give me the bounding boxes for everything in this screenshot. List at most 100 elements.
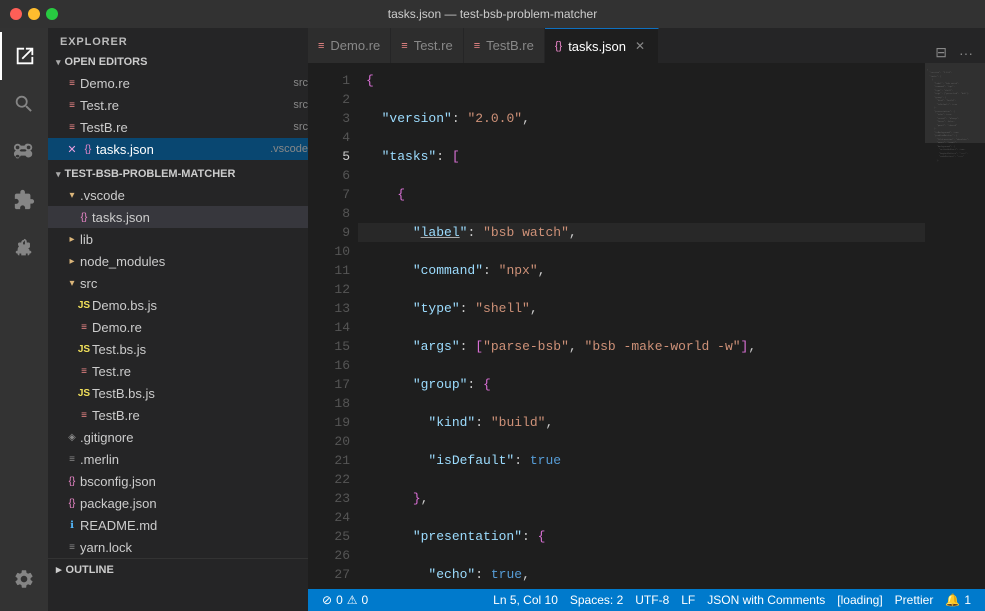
folder-open-icon: ▾ — [64, 187, 80, 203]
tasks-json-file[interactable]: {} tasks.json — [48, 206, 308, 228]
test-bs-js-file[interactable]: JS Test.bs.js — [48, 338, 308, 360]
gitignore-file[interactable]: ◈ .gitignore — [48, 426, 308, 448]
editor-area: ≡ Demo.re ≡ Test.re ≡ TestB.re {} tasks.… — [308, 28, 985, 611]
error-icon: ⊘ — [322, 593, 332, 607]
re-icon: ≡ — [76, 319, 92, 335]
errors-status[interactable]: ⊘ 0 ⚠ 0 — [316, 589, 374, 611]
tab-test-re[interactable]: ≡ Test.re — [391, 28, 463, 63]
project-arrow: ▾ — [56, 169, 61, 180]
tab-demo-re[interactable]: ≡ Demo.re — [308, 28, 391, 63]
open-editor-demo-re[interactable]: ≡ Demo.re src — [48, 72, 308, 94]
warning-icon: ⚠ — [347, 593, 358, 607]
code-editor[interactable]: { "version": "2.0.0", "tasks": [ { "labe… — [358, 63, 925, 589]
open-editors-label: OPEN EDITORS — [65, 56, 148, 68]
tab-close-button[interactable]: ✕ — [632, 38, 648, 54]
file-label: bsconfig.json — [80, 474, 308, 489]
open-editor-test-re[interactable]: ≡ Test.re src — [48, 94, 308, 116]
node-modules-folder[interactable]: ▸ node_modules — [48, 250, 308, 272]
js-icon: JS — [76, 341, 92, 357]
project-label: TEST-BSB-PROBLEM-MATCHER — [65, 168, 236, 180]
sidebar: EXPLORER ▾ OPEN EDITORS ≡ Demo.re src ≡ … — [48, 28, 308, 611]
status-bar: ⊘ 0 ⚠ 0 Ln 5, Col 10 Spaces: 2 UTF-8 LF — [308, 589, 985, 611]
explorer-header: EXPLORER — [48, 28, 308, 52]
lib-folder[interactable]: ▸ lib — [48, 228, 308, 250]
testb-re-file[interactable]: ≡ TestB.re — [48, 404, 308, 426]
settings-icon[interactable] — [0, 555, 48, 603]
tab-json-icon: {} — [555, 40, 562, 52]
info-icon: ℹ — [64, 517, 80, 533]
language-status[interactable]: JSON with Comments — [701, 589, 831, 611]
folder-open-icon: ▾ — [64, 275, 80, 291]
close-icon: ✕ — [64, 143, 80, 156]
maximize-button[interactable] — [46, 8, 58, 20]
traffic-lights — [10, 8, 58, 20]
vscode-folder[interactable]: ▾ .vscode — [48, 184, 308, 206]
tab-bar: ≡ Demo.re ≡ Test.re ≡ TestB.re {} tasks.… — [308, 28, 985, 63]
merlin-file[interactable]: ≡ .merlin — [48, 448, 308, 470]
editor[interactable]: 1 2 3 4 5 6 7 8 9 10 11 12 13 14 15 16 1… — [308, 63, 985, 589]
spaces-status[interactable]: Spaces: 2 — [564, 589, 629, 611]
search-icon[interactable] — [0, 80, 48, 128]
folder-label: lib — [80, 232, 308, 247]
gitignore-icon: ◈ — [64, 429, 80, 445]
open-editor-tasks-json[interactable]: ✕ {} tasks.json .vscode — [48, 138, 308, 160]
test-re-file[interactable]: ≡ Test.re — [48, 360, 308, 382]
open-editor-badge: src — [293, 121, 308, 133]
encoding-status[interactable]: UTF-8 — [629, 589, 675, 611]
tab-label: Demo.re — [330, 38, 380, 53]
open-editor-label: Demo.re — [80, 76, 289, 91]
extensions-icon[interactable] — [0, 176, 48, 224]
activity-bar-bottom — [0, 555, 48, 611]
open-editor-badge: src — [293, 99, 308, 111]
file-label: Demo.re — [92, 320, 308, 335]
debug-icon[interactable] — [0, 224, 48, 272]
more-actions-button[interactable]: ··· — [955, 43, 977, 63]
tab-tasks-json[interactable]: {} tasks.json ✕ — [545, 28, 659, 63]
eol-status[interactable]: LF — [675, 589, 701, 611]
source-control-icon[interactable] — [0, 128, 48, 176]
prettier-label: Prettier — [895, 593, 934, 607]
open-editor-testb-re[interactable]: ≡ TestB.re src — [48, 116, 308, 138]
minimap: { "version": "2.0.0", "tasks": [ { "labe… — [925, 63, 985, 589]
outline-section[interactable]: ▸ OUTLINE — [48, 558, 308, 580]
demo-bs-js-file[interactable]: JS Demo.bs.js — [48, 294, 308, 316]
project-section[interactable]: ▾ TEST-BSB-PROBLEM-MATCHER — [48, 164, 308, 184]
window-title: tasks.json — test-bsb-problem-matcher — [388, 7, 597, 21]
tab-label: tasks.json — [568, 39, 626, 54]
tab-testb-re[interactable]: ≡ TestB.re — [464, 28, 545, 63]
folder-icon: ▸ — [64, 253, 80, 269]
prettier-status[interactable]: Prettier — [889, 589, 940, 611]
bsconfig-json-file[interactable]: {} bsconfig.json — [48, 470, 308, 492]
close-button[interactable] — [10, 8, 22, 20]
outline-label: OUTLINE — [66, 564, 114, 576]
tab-re-icon: ≡ — [474, 40, 480, 52]
file-label: Test.bs.js — [92, 342, 308, 357]
open-editors-arrow: ▾ — [56, 57, 61, 68]
src-folder[interactable]: ▾ src — [48, 272, 308, 294]
re-icon: ≡ — [76, 407, 92, 423]
testb-bs-js-file[interactable]: JS TestB.bs.js — [48, 382, 308, 404]
open-editor-badge: .vscode — [270, 143, 308, 155]
split-editor-button[interactable]: ⊟ — [931, 42, 951, 63]
notifications-status[interactable]: 🔔 1 — [939, 589, 977, 611]
open-editors-section[interactable]: ▾ OPEN EDITORS — [48, 52, 308, 72]
position-status[interactable]: Ln 5, Col 10 — [487, 589, 564, 611]
tab-re-icon: ≡ — [401, 40, 407, 52]
json-icon: {} — [64, 473, 80, 489]
minimap-content: { "version": "2.0.0", "tasks": [ { "labe… — [925, 63, 985, 169]
open-editor-label: tasks.json — [96, 142, 266, 157]
folder-icon: ▸ — [64, 231, 80, 247]
demo-re-file[interactable]: ≡ Demo.re — [48, 316, 308, 338]
notification-count: 1 — [964, 593, 971, 607]
yarn-lock-file[interactable]: ≡ yarn.lock — [48, 536, 308, 558]
file-icon: ≡ — [64, 119, 80, 135]
readme-file[interactable]: ℹ README.md — [48, 514, 308, 536]
loading-label: [loading] — [837, 593, 882, 607]
explorer-icon[interactable] — [0, 32, 48, 80]
package-json-file[interactable]: {} package.json — [48, 492, 308, 514]
minimize-button[interactable] — [28, 8, 40, 20]
file-label: Demo.bs.js — [92, 298, 308, 313]
language-label: JSON with Comments — [707, 593, 825, 607]
file-label: Test.re — [92, 364, 308, 379]
tab-label: TestB.re — [486, 38, 534, 53]
